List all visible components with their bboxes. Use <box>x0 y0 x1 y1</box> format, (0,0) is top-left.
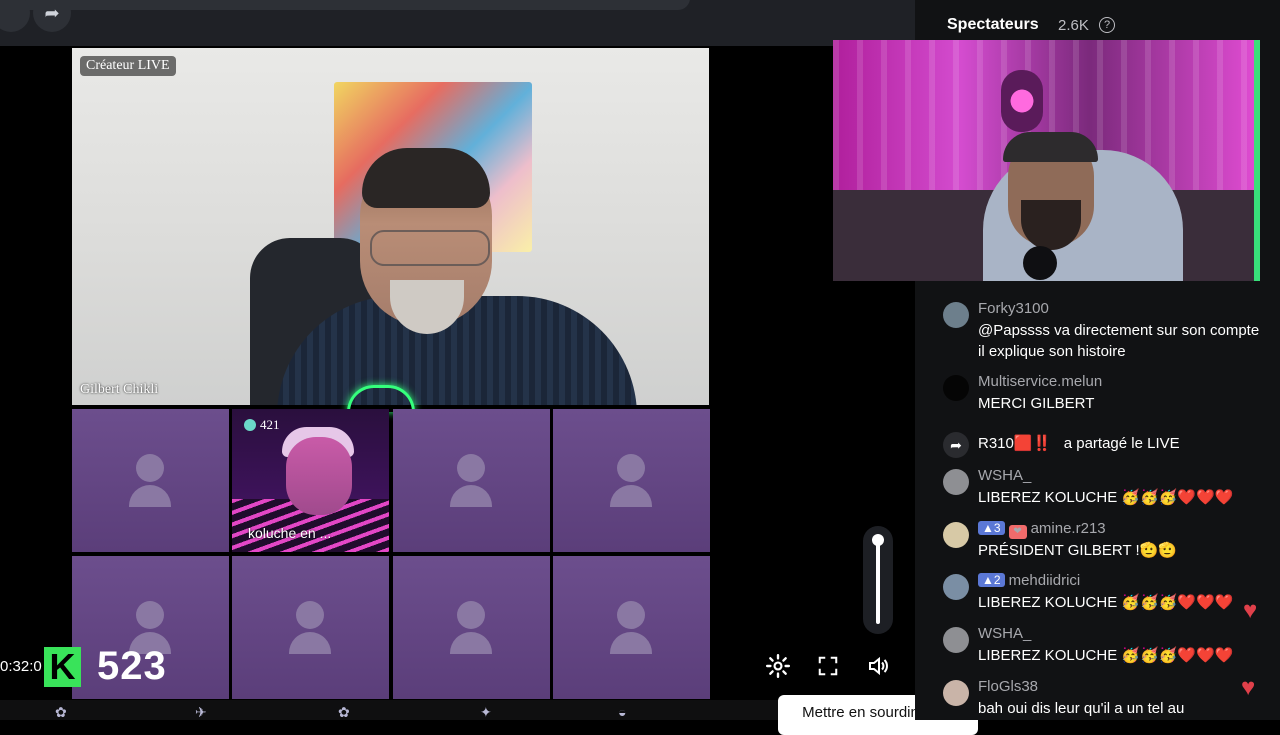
person-icon <box>136 454 164 482</box>
volume-slider[interactable] <box>863 526 893 634</box>
avatar[interactable] <box>943 375 969 401</box>
gift-icon[interactable]: ✈ <box>195 704 207 721</box>
heart-badge-icon: ❤ <box>1008 525 1027 539</box>
avatar[interactable] <box>943 302 969 328</box>
empty-guest-slot[interactable] <box>553 409 710 552</box>
chat-username[interactable]: Multiservice.melun <box>978 373 1102 390</box>
avatar[interactable] <box>943 574 969 600</box>
share-username[interactable]: R310 <box>978 435 1014 452</box>
level-badge: ▲3 <box>978 521 1005 535</box>
person-icon <box>457 601 485 629</box>
stream-timer: 0:32:0 <box>0 658 42 675</box>
host-video[interactable] <box>72 48 709 405</box>
level-badge: ▲2 <box>978 573 1005 587</box>
chat-username[interactable]: FloGls38 <box>978 678 1038 695</box>
chat-text: LIBEREZ KOLUCHE 🥳🥳🥳❤️❤️❤️ <box>978 489 1234 506</box>
spectators-count: 2.6K <box>1058 17 1089 34</box>
empty-guest-slot[interactable] <box>232 556 389 699</box>
guest-name-label: koluche en ... <box>248 525 332 541</box>
avatar[interactable] <box>943 680 969 706</box>
share-notification: ➦ R310🟥‼️ a partagé le LIVE <box>940 432 1260 458</box>
floating-heart-icon: ♥ <box>1243 597 1258 624</box>
spectators-label: Spectateurs <box>947 16 1039 33</box>
guest-name-label: Gilbert Chikli <box>80 382 159 397</box>
share-text: a partagé le LIVE <box>1063 435 1180 452</box>
chat-message: ▲3 ❤ amine.r213 PRÉSIDENT GILBERT !🫡🫡 <box>940 520 1260 562</box>
avatar[interactable] <box>943 469 969 495</box>
fullscreen-icon <box>818 656 838 676</box>
chat-message: WSHA_ LIBEREZ KOLUCHE 🥳🥳🥳❤️❤️❤️ <box>940 467 1260 509</box>
chat-username[interactable]: amine.r213 <box>1031 520 1106 537</box>
share-icon: ➦ <box>943 432 969 458</box>
coin-icon <box>244 419 256 431</box>
browser-top-bar: ➦ <box>0 0 915 46</box>
gift-icon[interactable]: ✦ <box>480 704 492 721</box>
address-bar[interactable] <box>0 0 690 10</box>
host-hair <box>362 148 490 208</box>
gear-icon <box>765 653 791 679</box>
chat-username[interactable]: WSHA_ <box>978 625 1031 642</box>
mute-button[interactable] <box>862 650 894 682</box>
guest-video-koluche[interactable]: 421 koluche en ... <box>232 409 389 552</box>
chat-message: FloGls38 bah oui dis leur qu'il a un tel… <box>940 678 1260 720</box>
person-icon <box>136 601 164 629</box>
person-icon <box>617 454 645 482</box>
chat-text: MERCI GILBERT <box>978 395 1095 412</box>
gift-icon[interactable]: ✿ <box>55 704 67 721</box>
settings-button[interactable] <box>762 650 794 682</box>
chat-username[interactable]: mehdiidrici <box>1009 572 1081 589</box>
person-icon <box>457 454 485 482</box>
gift-bar <box>0 700 778 720</box>
chat-text: PRÉSIDENT GILBERT !🫡🫡 <box>978 542 1178 559</box>
gift-icon[interactable]: ✿ <box>338 704 350 721</box>
fullscreen-button[interactable] <box>812 650 844 682</box>
chat-message: Forky3100 @Papssss va directement sur so… <box>940 300 1260 362</box>
host-glasses <box>370 230 490 266</box>
help-icon[interactable]: ? <box>1099 17 1115 33</box>
counter-value: 523 <box>97 644 167 688</box>
person-icon <box>617 601 645 629</box>
chat-text: LIBEREZ KOLUCHE 🥳🥳🥳❤️❤️❤️ <box>978 594 1234 611</box>
chat-username[interactable]: WSHA_ <box>978 467 1031 484</box>
gift-count-badge: 421 <box>244 417 280 433</box>
person-icon <box>296 601 324 629</box>
volume-slider-knob[interactable] <box>872 534 884 546</box>
avatar[interactable] <box>943 627 969 653</box>
streamer-webcam-overlay <box>833 40 1260 281</box>
chat-text: bah oui dis leur qu'il a un tel au <box>978 700 1185 717</box>
kick-logo-icon: K <box>44 646 81 687</box>
empty-guest-slot[interactable] <box>393 556 550 699</box>
empty-guest-slot[interactable] <box>393 409 550 552</box>
speaker-icon <box>869 656 888 676</box>
microphone-icon <box>1023 246 1057 280</box>
chat-username[interactable]: Forky3100 <box>978 300 1049 317</box>
chat-text: @Papssss va directement sur son compte i… <box>978 322 1260 360</box>
viewer-counter-overlay: 0:32:0 K 523 <box>0 644 167 689</box>
share-arrow-button[interactable]: ➦ <box>33 0 71 32</box>
empty-guest-slot[interactable] <box>553 556 710 699</box>
chat-message: WSHA_ LIBEREZ KOLUCHE 🥳🥳🥳❤️❤️❤️ <box>940 625 1260 667</box>
chat-message: Multiservice.melun MERCI GILBERT <box>940 373 1260 415</box>
share-user-suffix: 🟥‼️ <box>1013 435 1052 452</box>
neon-logo <box>1001 70 1043 132</box>
avatar[interactable] <box>943 522 969 548</box>
chat-text: LIBEREZ KOLUCHE 🥳🥳🥳❤️❤️❤️ <box>978 647 1234 664</box>
floating-heart-icon: ♥ <box>1241 674 1256 701</box>
share-arrow-icon: ➦ <box>44 2 60 23</box>
back-button[interactable] <box>0 0 30 32</box>
empty-guest-slot[interactable] <box>72 409 229 552</box>
chat-message: ▲2 mehdiidrici LIBEREZ KOLUCHE 🥳🥳🥳❤️❤️❤️ <box>940 572 1260 614</box>
gift-icon[interactable]: ◒ <box>618 704 626 720</box>
creator-live-label: Créateur LIVE <box>80 56 176 76</box>
